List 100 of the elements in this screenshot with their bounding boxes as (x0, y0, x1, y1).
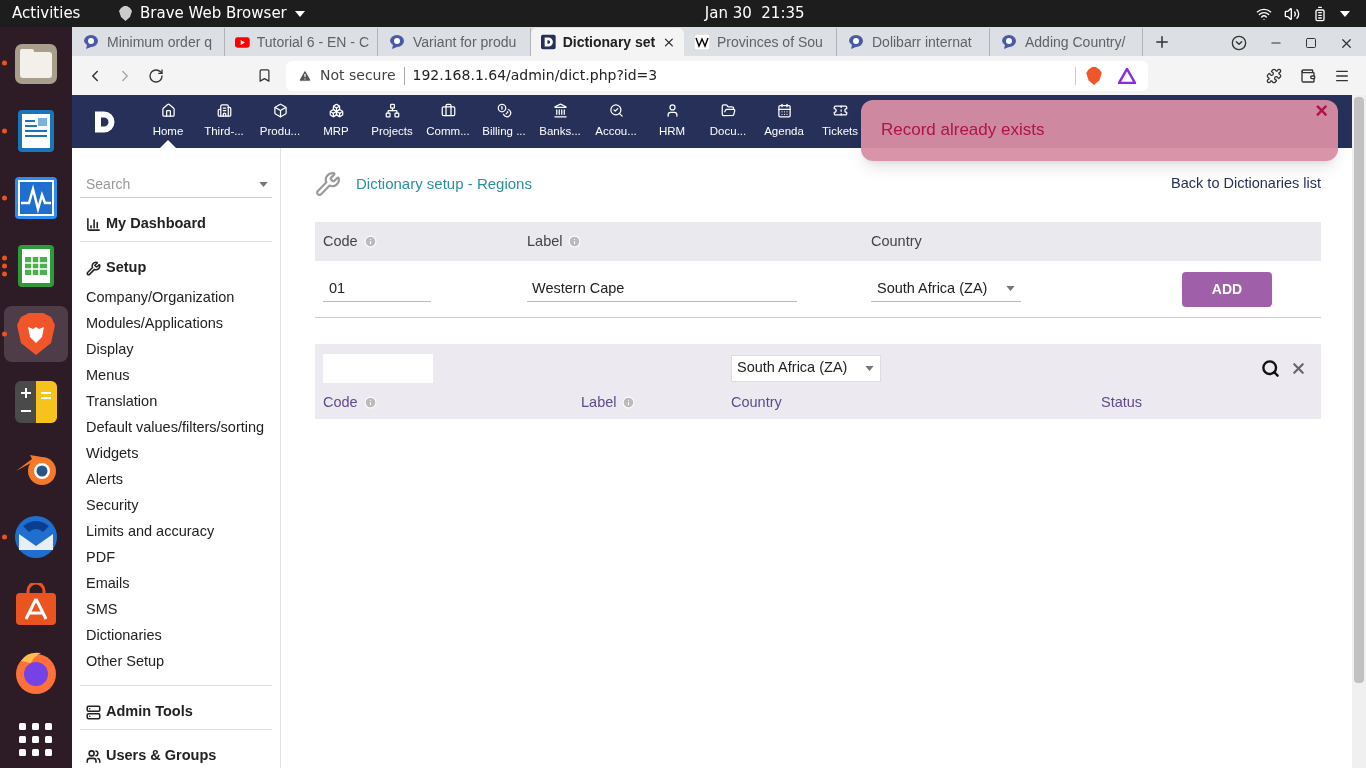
nav-item[interactable]: Comm... (420, 95, 476, 148)
nav-icon (328, 102, 344, 118)
section-heading[interactable]: Admin Tools (80, 702, 272, 722)
menu-link[interactable]: Security (80, 492, 272, 518)
code-input[interactable]: 01 (323, 276, 431, 302)
address-bar[interactable]: Not secure 192.168.1.64/admin/dict.php?id=3 (286, 60, 1148, 91)
column-header: Label (527, 231, 563, 251)
add-button[interactable]: ADD (1182, 271, 1272, 307)
menu-link[interactable]: Default values/filters/sorting (80, 414, 272, 440)
menu-link[interactable]: Translation (80, 388, 272, 414)
nav-icon (832, 102, 848, 118)
wiki-logo-icon (694, 34, 710, 50)
chat-bubble-icon (1000, 34, 1018, 50)
warning-icon (298, 68, 312, 83)
nav-item[interactable]: Projects (364, 95, 420, 148)
nav-item[interactable]: Accou... (588, 95, 644, 148)
nav-item[interactable]: Agenda (756, 95, 812, 148)
caret-icon (259, 182, 268, 187)
error-message: Record already exists (881, 118, 1045, 141)
nav-item[interactable]: Banks... (532, 95, 588, 148)
menu-link[interactable]: Limits and accuracy (80, 518, 272, 544)
nav-icon (496, 102, 512, 118)
nav-item[interactable]: Home (140, 95, 196, 148)
d-logo-icon[interactable] (92, 109, 116, 134)
clock[interactable]: Jan 30 21:35 (704, 2, 805, 25)
nav-item[interactable]: Third-... (196, 95, 252, 148)
monitor-icon (13, 175, 59, 222)
column-header[interactable]: Label (581, 391, 617, 414)
battery-icon[interactable] (1312, 5, 1328, 22)
section-heading[interactable]: Setup (80, 258, 272, 278)
document-icon (16, 107, 56, 154)
restore-icon[interactable] (1305, 37, 1317, 49)
menu-link[interactable]: Widgets (80, 440, 272, 466)
chat-bubble-icon (847, 34, 865, 50)
tools-icon (315, 171, 341, 197)
scrollbar[interactable] (1352, 95, 1366, 768)
menu-link[interactable]: Alerts (80, 466, 272, 492)
nav-icon (272, 102, 288, 118)
app-menu[interactable]: Brave Web Browser (119, 2, 305, 25)
section-heading[interactable]: Users & Groups (80, 746, 272, 766)
nav-icon (608, 102, 624, 118)
nav-item[interactable]: Docu... (700, 95, 756, 148)
chat-bubble-icon (82, 34, 100, 50)
caret-icon (865, 365, 874, 371)
browser-tab[interactable]: Dictionary set (531, 28, 684, 56)
menu-link[interactable]: Menus (80, 362, 272, 388)
menu-link[interactable]: Dictionaries (80, 622, 272, 648)
url-text: 192.168.1.64/admin/dict.php?id=3 (412, 66, 658, 85)
page-title: Dictionary setup - Regions (356, 173, 532, 194)
triangle-icon[interactable] (1118, 67, 1136, 84)
nav-icon (440, 102, 456, 118)
calculator-icon (13, 378, 59, 425)
column-header: Country (871, 231, 922, 251)
caret-icon[interactable] (1340, 10, 1350, 17)
section-icon (86, 216, 101, 232)
nav-item[interactable]: HRM (644, 95, 700, 148)
envelope-icon (13, 514, 59, 560)
menu-link[interactable]: SMS (80, 596, 272, 622)
new-tab-icon[interactable] (1153, 33, 1171, 51)
section-icon (86, 748, 101, 764)
section-heading[interactable]: My Dashboard (80, 214, 272, 234)
d-logo-icon (541, 34, 556, 50)
nav-item[interactable]: MRP (308, 95, 364, 148)
nav-icon (216, 102, 232, 118)
menu-link[interactable]: Company/Organization (80, 284, 272, 310)
nav-icon (552, 102, 568, 118)
volume-icon[interactable] (1284, 5, 1300, 22)
menu-link[interactable]: Display (80, 336, 272, 362)
nav-icon (776, 102, 792, 118)
country-filter-select[interactable]: South Africa (ZA) (731, 354, 881, 382)
column-header[interactable]: Country (731, 391, 782, 414)
wallet-icon[interactable] (1300, 67, 1316, 84)
country-select[interactable]: South Africa (ZA) (871, 276, 1021, 302)
back-link[interactable]: Back to Dictionaries list (1171, 173, 1321, 195)
menu-link[interactable]: Emails (80, 570, 272, 596)
search-icon[interactable] (1261, 358, 1280, 378)
section-icon (86, 260, 101, 276)
menu-link[interactable]: Modules/Applications (80, 310, 272, 336)
spreadsheet-icon (16, 243, 56, 290)
column-header[interactable]: Code (323, 391, 358, 414)
caret-icon (294, 10, 305, 17)
menu-link[interactable]: Other Setup (80, 648, 272, 674)
column-header[interactable]: Status (1101, 391, 1143, 414)
label-input[interactable]: Western Cape (527, 276, 797, 302)
nav-item[interactable]: Billing ... (476, 95, 532, 148)
column-header: Code (323, 231, 358, 251)
dock-item[interactable] (4, 305, 68, 362)
activities-button[interactable]: Activities (12, 2, 107, 25)
tab-list-icon[interactable] (1231, 35, 1247, 51)
nav-icon (664, 102, 680, 118)
play-icon (235, 35, 250, 49)
menu-link[interactable]: PDF (80, 544, 272, 570)
nav-icon (384, 102, 400, 118)
nav-item[interactable]: Tickets (812, 95, 868, 148)
extensions-icon[interactable] (1266, 67, 1282, 84)
security-label: Not secure (320, 66, 396, 85)
reload-icon[interactable] (148, 67, 164, 84)
nav-item[interactable]: Produ... (252, 95, 308, 148)
bookmark-icon[interactable] (257, 68, 272, 83)
nav-icon (160, 102, 176, 118)
